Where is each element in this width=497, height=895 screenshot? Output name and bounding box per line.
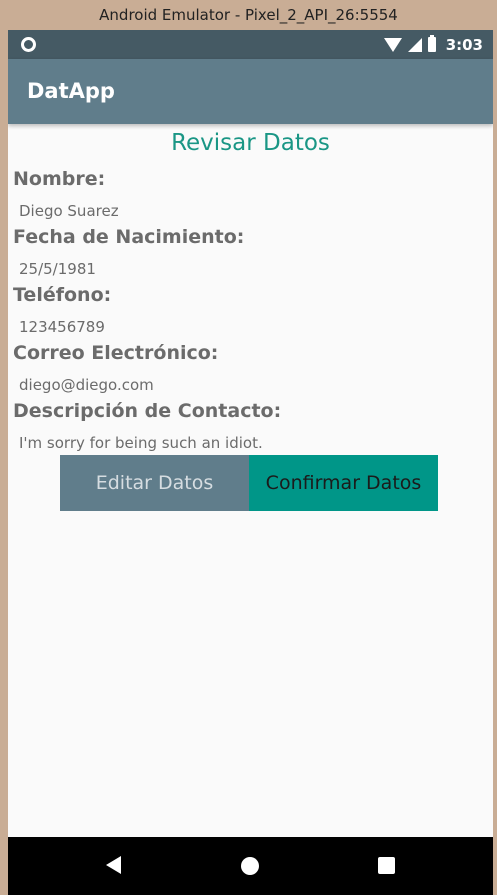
- back-icon[interactable]: [106, 856, 121, 874]
- page-title: Revisar Datos: [171, 130, 330, 156]
- battery-icon: [427, 35, 436, 52]
- home-icon[interactable]: [241, 857, 259, 875]
- name-value: Diego Suarez: [19, 202, 119, 220]
- edit-data-button[interactable]: Editar Datos: [60, 455, 249, 511]
- confirm-data-button[interactable]: Confirmar Datos: [249, 455, 438, 511]
- status-clock: 3:03: [445, 35, 483, 54]
- contact-description-value: I'm sorry for being such an idiot.: [19, 434, 263, 452]
- app-bar: DatApp: [8, 59, 493, 124]
- birthdate-value: 25/5/1981: [19, 260, 96, 278]
- phone-label: Teléfono:: [13, 284, 112, 306]
- contact-description-label: Descripción de Contacto:: [13, 400, 282, 422]
- wifi-icon: [383, 37, 402, 52]
- status-bar: 3:03: [8, 30, 493, 59]
- email-label: Correo Electrónico:: [13, 342, 219, 364]
- status-icons: 3:03: [383, 30, 483, 59]
- app-title: DatApp: [27, 79, 115, 103]
- device-screen: 3:03 DatApp Revisar Datos Nombre: Diego …: [8, 30, 493, 895]
- phone-value: 123456789: [19, 318, 105, 336]
- cell-signal-icon: [407, 37, 422, 52]
- circle-notification-icon: [21, 37, 36, 52]
- birthdate-label: Fecha de Nacimiento:: [13, 226, 245, 248]
- navigation-bar: [8, 837, 493, 895]
- recents-icon[interactable]: [378, 857, 395, 874]
- emulator-window-title: Android Emulator - Pixel_2_API_26:5554: [99, 6, 398, 24]
- email-value: diego@diego.com: [19, 376, 154, 394]
- name-label: Nombre:: [13, 168, 106, 190]
